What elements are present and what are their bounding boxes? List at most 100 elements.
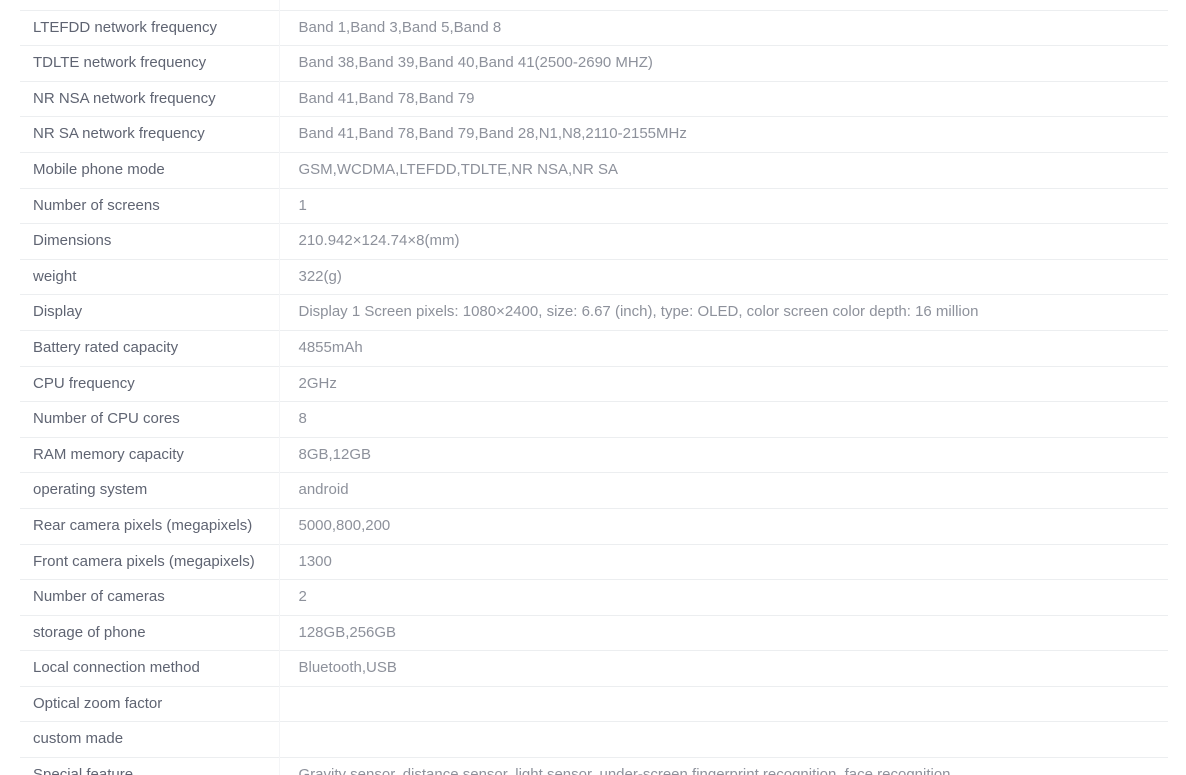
spec-value-text: Display 1 Screen pixels: 1080×2400, size… [298,303,979,321]
spec-label-text: Battery rated capacity [33,338,179,356]
spec-label-text: LTEFDD network frequency [33,18,217,36]
table-row: CPU frequency 2GHz [0,365,1186,402]
row-right-gutter [1168,330,1186,366]
table-row: Special feature Gravity sensor, distance … [0,757,1186,775]
spec-value-text: 322(g) [298,267,342,285]
spec-label-text: NR SA network frequency [33,125,205,143]
spec-label-text: NR NSA network frequency [33,89,216,107]
table-row: Local connection method Bluetooth,USB [0,650,1186,687]
row-right-gutter [1168,46,1186,82]
row-left-gutter [0,437,20,473]
spec-value-cell: Bluetooth,USB [279,650,1168,687]
spec-value-text: GSM,WCDMA,LTEFDD,TDLTE,NR NSA,NR SA [298,160,618,178]
spec-label-text: Front camera pixels (megapixels) [33,552,255,570]
spec-value-text: 128GB,256GB [298,623,397,641]
spec-value-cell: 8GB,12GB [279,436,1168,473]
spec-value-text: 4855mAh [298,338,363,356]
table-row: RAM memory capacity 8GB,12GB [0,436,1186,473]
row-left-gutter [0,651,20,687]
spec-label-text: Number of screens [33,196,160,214]
spec-value-cell [279,685,1168,722]
row-left-gutter [0,10,20,46]
spec-value-text: Band 38,Band 39,Band 40,Band 41(2500-269… [298,54,653,72]
spec-value-text: 1300 [298,552,332,570]
spec-value-text: 5000,800,200 [298,516,391,534]
spec-label-cell: TDLTE network frequency [20,45,280,82]
spec-value-text: Band 41,Band 78,Band 79,Band 28,N1,N8,21… [298,125,687,143]
spec-label-cell: NR NSA network frequency [20,80,280,117]
spec-label-text: Rear camera pixels (megapixels) [33,516,253,534]
table-row: Optical zoom factor [0,685,1186,722]
spec-value-cell: Band 41,Band 78,Band 79,Band 28,N1,N8,21… [279,116,1168,153]
spec-label-cell: weight [20,258,280,295]
spec-label-text: Optical zoom factor [33,694,163,712]
row-left-gutter [0,81,20,117]
specification-sheet: Baseband chip manufacturerLTEFDD network… [0,0,1186,775]
row-right-gutter [1168,117,1186,153]
row-left-gutter [0,758,20,775]
table-row: Mobile phone mode GSM,WCDMA,LTEFDD,TDLTE,… [0,151,1186,189]
row-right-gutter [1168,686,1186,722]
table-row: Front camera pixels (megapixels) 1300 [0,543,1186,580]
spec-label-cell: NR SA network frequency [20,116,280,153]
spec-value-text: 2GHz [298,374,337,392]
spec-label-cell: Rear camera pixels (megapixels) [20,507,280,544]
spec-label-text: storage of phone [33,623,146,641]
spec-label-cell: RAM memory capacity [20,436,280,473]
spec-label-cell: Mobile phone mode [20,151,280,189]
spec-label-text: TDLTE network frequency [33,54,207,72]
spec-value-text: Bluetooth,USB [298,659,397,677]
spec-value-cell: 5000,800,200 [279,507,1168,544]
row-left-gutter [0,544,20,580]
spec-label-cell: custom made [20,721,280,758]
spec-label-text: custom made [33,730,124,748]
spec-value-cell: 1300 [279,543,1168,580]
row-right-gutter [1168,188,1186,224]
spec-value-cell: 210.942×124.74×8(mm) [279,223,1168,260]
spec-value-cell: GSM,WCDMA,LTEFDD,TDLTE,NR NSA,NR SA [279,151,1168,189]
row-left-gutter [0,188,20,224]
row-right-gutter [1168,152,1186,188]
spec-value-cell [279,721,1168,758]
spec-label-cell: Display [20,294,280,331]
spec-label-text: Display [33,303,83,321]
spec-value-cell: 2GHz [279,365,1168,402]
spec-label-text: Number of CPU cores [33,410,180,428]
spec-value-cell: 1 [279,187,1168,224]
row-left-gutter [0,615,20,651]
spec-value-text: 8 [298,410,307,428]
spec-value-cell: Band 38,Band 39,Band 40,Band 41(2500-269… [279,45,1168,82]
row-right-gutter [1168,722,1186,758]
spec-label-text: Baseband chip manufacturer [33,0,225,10]
spec-value-cell [279,0,1168,11]
table-row: Dimensions 210.942×124.74×8(mm) [0,223,1186,260]
table-row: Number of cameras 2 [0,579,1186,616]
row-left-gutter [0,686,20,722]
spec-label-cell: Special feature [20,757,280,775]
table-row: storage of phone 128GB,256GB [0,614,1186,651]
table-row: operating system android [0,472,1186,509]
row-left-gutter [0,117,20,153]
row-right-gutter [1168,81,1186,117]
specification-table: Baseband chip manufacturerLTEFDD network… [0,0,1186,775]
spec-value-cell: android [279,472,1168,509]
row-left-gutter [0,259,20,295]
table-row: LTEFDD network frequency Band 1,Band 3,Ba… [0,9,1186,46]
spec-value-text: Band 41,Band 78,Band 79 [298,89,475,107]
spec-label-cell: Front camera pixels (megapixels) [20,543,280,580]
spec-label-text: Local connection method [33,659,200,677]
row-left-gutter [0,330,20,366]
spec-label-cell: Number of screens [20,187,280,224]
spec-value-text: 8GB,12GB [298,445,372,463]
row-right-gutter [1168,0,1186,10]
spec-value-cell: 4855mAh [279,329,1168,367]
spec-value-cell: Gravity sensor, distance sensor, light s… [279,757,1168,775]
row-left-gutter [0,46,20,82]
spec-label-text: weight [33,267,77,285]
row-right-gutter [1168,259,1186,295]
row-left-gutter [0,473,20,509]
spec-label-cell: Number of CPU cores [20,401,280,438]
spec-label-text: RAM memory capacity [33,445,184,463]
row-left-gutter [0,722,20,758]
row-right-gutter [1168,437,1186,473]
